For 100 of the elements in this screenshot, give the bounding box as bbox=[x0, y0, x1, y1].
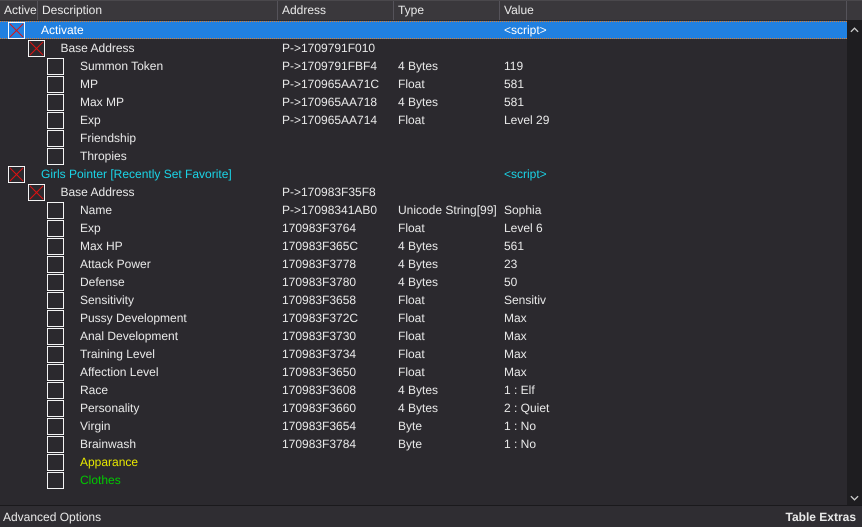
description-text: Activate bbox=[41, 23, 84, 37]
address-text: P->170983F35F8 bbox=[282, 185, 376, 199]
address-text: 170983F3654 bbox=[282, 419, 356, 433]
checkbox[interactable] bbox=[47, 382, 64, 398]
table-row[interactable]: Max MP P->170965AA718 4 Bytes 581 bbox=[0, 93, 847, 111]
column-header[interactable]: Value bbox=[500, 1, 847, 20]
checkbox[interactable] bbox=[47, 310, 64, 326]
value-text: Sophia bbox=[504, 203, 542, 217]
description-text: Name bbox=[80, 203, 112, 217]
checkbox[interactable] bbox=[47, 94, 64, 110]
type-text: Float bbox=[398, 347, 425, 361]
value-text: 1 : No bbox=[504, 419, 536, 433]
table-row[interactable]: Affection Level 170983F3650 Float Max bbox=[0, 363, 847, 381]
table-row[interactable]: Activate <script> bbox=[0, 21, 847, 39]
checkbox[interactable] bbox=[47, 58, 64, 74]
column-header[interactable]: Active bbox=[0, 1, 38, 20]
table-row[interactable]: Personality 170983F3660 4 Bytes 2 : Quiet bbox=[0, 399, 847, 417]
checkbox[interactable] bbox=[47, 130, 64, 146]
value-text: Level 29 bbox=[504, 113, 550, 127]
crossed-checkbox[interactable] bbox=[28, 40, 44, 56]
table-row[interactable]: Sensitivity 170983F3658 Float Sensitiv bbox=[0, 291, 847, 309]
checkbox[interactable] bbox=[47, 328, 64, 344]
checkbox[interactable] bbox=[47, 274, 64, 290]
type-text: Float bbox=[398, 77, 425, 91]
address-text: 170983F3608 bbox=[282, 383, 356, 397]
type-text: 4 Bytes bbox=[398, 257, 438, 271]
checkbox[interactable] bbox=[47, 292, 64, 308]
checkbox[interactable] bbox=[47, 220, 64, 236]
address-text: 170983F3778 bbox=[282, 257, 356, 271]
description-text: Training Level bbox=[80, 347, 155, 361]
checkbox[interactable] bbox=[47, 76, 64, 92]
crossed-checkbox[interactable] bbox=[8, 166, 25, 182]
type-text: 4 Bytes bbox=[398, 275, 438, 289]
table-row[interactable]: Brainwash 170983F3784 Byte 1 : No bbox=[0, 435, 847, 453]
description-text: Race bbox=[80, 383, 108, 397]
scroll-up-icon[interactable] bbox=[850, 27, 859, 33]
table-row[interactable]: Clothes bbox=[0, 471, 847, 489]
checkbox[interactable] bbox=[47, 256, 64, 272]
value-text: <script> bbox=[504, 23, 547, 37]
type-text: Float bbox=[398, 221, 425, 235]
type-text: 4 Bytes bbox=[398, 95, 438, 109]
table-row[interactable]: Summon Token P->1709791FBF4 4 Bytes 119 bbox=[0, 57, 847, 75]
value-text: 561 bbox=[504, 239, 524, 253]
table-row[interactable]: Exp 170983F3764 Float Level 6 bbox=[0, 219, 847, 237]
checkbox[interactable] bbox=[47, 202, 64, 218]
value-text: Max bbox=[504, 311, 527, 325]
table-row[interactable]: Girls Pointer [Recently Set Favorite] <script> bbox=[0, 165, 847, 183]
table-row[interactable]: Defense 170983F3780 4 Bytes 50 bbox=[0, 273, 847, 291]
description-text: Exp bbox=[80, 221, 101, 235]
type-text: Byte bbox=[398, 437, 422, 451]
value-text: 581 bbox=[504, 77, 524, 91]
table-row[interactable]: Attack Power 170983F3778 4 Bytes 23 bbox=[0, 255, 847, 273]
checkbox[interactable] bbox=[47, 148, 64, 164]
crossed-checkbox[interactable] bbox=[8, 22, 25, 38]
description-text: Apparance bbox=[80, 455, 138, 469]
checkbox[interactable] bbox=[47, 436, 64, 452]
column-header[interactable]: Description bbox=[38, 1, 278, 20]
checkbox[interactable] bbox=[47, 400, 64, 416]
checkbox[interactable] bbox=[47, 454, 64, 470]
value-text: Max bbox=[504, 347, 527, 361]
table-row[interactable]: Pussy Development 170983F372C Float Max bbox=[0, 309, 847, 327]
scroll-down-icon[interactable] bbox=[850, 495, 859, 501]
crossed-checkbox[interactable] bbox=[28, 184, 44, 200]
table-row[interactable]: Max HP 170983F365C 4 Bytes 561 bbox=[0, 237, 847, 255]
value-text: 23 bbox=[504, 257, 518, 271]
value-text: 1 : Elf bbox=[504, 383, 535, 397]
table-row[interactable]: MP P->170965AA71C Float 581 bbox=[0, 75, 847, 93]
type-text: Float bbox=[398, 329, 425, 343]
table-row[interactable]: Thropies bbox=[0, 147, 847, 165]
column-header[interactable]: Type bbox=[394, 1, 500, 20]
address-text: 170983F3734 bbox=[282, 347, 356, 361]
table-row[interactable]: Base Address P->170983F35F8 bbox=[0, 183, 847, 201]
checkbox[interactable] bbox=[47, 364, 64, 380]
checkbox[interactable] bbox=[47, 346, 64, 362]
table-row[interactable]: Training Level 170983F3734 Float Max bbox=[0, 345, 847, 363]
table-row[interactable]: Virgin 170983F3654 Byte 1 : No bbox=[0, 417, 847, 435]
value-text: Max bbox=[504, 365, 527, 379]
checkbox[interactable] bbox=[47, 472, 64, 488]
table-row[interactable]: Exp P->170965AA714 Float Level 29 bbox=[0, 111, 847, 129]
description-text: Summon Token bbox=[80, 59, 164, 73]
table-row[interactable]: Friendship bbox=[0, 129, 847, 147]
type-text: Float bbox=[398, 311, 425, 325]
checkbox[interactable] bbox=[47, 238, 64, 254]
description-text: Thropies bbox=[80, 149, 127, 163]
table-row[interactable]: Name P->17098341AB0 Unicode String[99] Sophia bbox=[0, 201, 847, 219]
address-text: 170983F3730 bbox=[282, 329, 356, 343]
scrollbar[interactable] bbox=[847, 20, 862, 505]
type-text: Byte bbox=[398, 419, 422, 433]
checkbox[interactable] bbox=[47, 418, 64, 434]
table-row[interactable]: Base Address P->1709791F010 bbox=[0, 39, 847, 57]
table-row[interactable]: Anal Development 170983F3730 Float Max bbox=[0, 327, 847, 345]
address-text: P->170965AA718 bbox=[282, 95, 378, 109]
table-row[interactable]: Race 170983F3608 4 Bytes 1 : Elf bbox=[0, 381, 847, 399]
checkbox[interactable] bbox=[47, 112, 64, 128]
table-row[interactable]: Apparance bbox=[0, 453, 847, 471]
column-header[interactable]: Address bbox=[278, 1, 394, 20]
address-text: 170983F365C bbox=[282, 239, 358, 253]
type-text: 4 Bytes bbox=[398, 383, 438, 397]
description-text: Girls Pointer [Recently Set Favorite] bbox=[41, 167, 232, 181]
address-text: P->170965AA714 bbox=[282, 113, 378, 127]
